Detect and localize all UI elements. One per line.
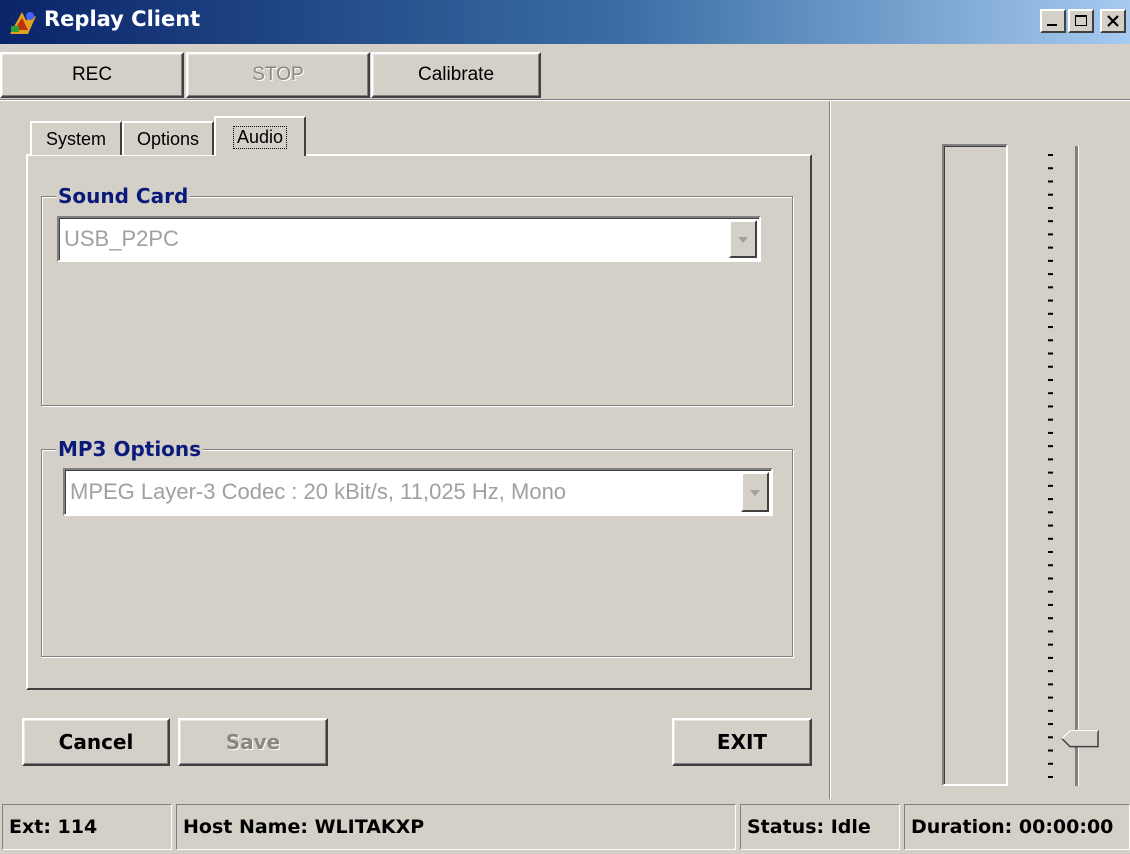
slider-tick bbox=[1048, 206, 1053, 209]
slider-tick bbox=[1048, 154, 1053, 156]
audio-level-meter bbox=[942, 144, 1008, 786]
slider-tick bbox=[1048, 352, 1053, 355]
slider-tick bbox=[1048, 445, 1053, 448]
slider-tick bbox=[1048, 418, 1053, 421]
slider-tick bbox=[1048, 484, 1053, 487]
slider-thumb[interactable] bbox=[1060, 729, 1099, 748]
close-button[interactable] bbox=[1100, 9, 1126, 33]
slider-tick bbox=[1048, 749, 1053, 752]
slider-tick bbox=[1048, 326, 1053, 329]
slider-tick bbox=[1048, 365, 1053, 368]
replay-app-icon[interactable] bbox=[8, 8, 38, 36]
slider-tick bbox=[1048, 273, 1053, 276]
status-ext: Ext: 114 bbox=[2, 804, 172, 850]
slider-tick bbox=[1048, 259, 1053, 262]
slider-tick bbox=[1048, 670, 1053, 673]
slider-tick bbox=[1048, 339, 1053, 342]
slider-tick bbox=[1048, 233, 1053, 236]
status-state: Status: Idle bbox=[740, 804, 900, 850]
slider-tick bbox=[1048, 378, 1053, 381]
minimize-icon bbox=[1047, 24, 1057, 26]
sound-card-dropdown-button[interactable] bbox=[729, 220, 757, 258]
slider-tick bbox=[1048, 590, 1053, 593]
sound-card-select[interactable]: USB_P2PC bbox=[57, 216, 761, 262]
slider-tick bbox=[1048, 471, 1053, 474]
tab-audio[interactable]: Audio bbox=[214, 116, 306, 156]
slider-tick bbox=[1048, 577, 1053, 580]
slider-tick bbox=[1048, 537, 1053, 540]
slider-track bbox=[1075, 146, 1078, 786]
sound-card-group-label: Sound Card bbox=[56, 184, 191, 208]
save-button[interactable]: Save bbox=[178, 718, 328, 766]
slider-tick bbox=[1048, 392, 1053, 395]
slider-tick bbox=[1048, 193, 1053, 196]
mp3-codec-select[interactable]: MPEG Layer-3 Codec : 20 kBit/s, 11,025 H… bbox=[63, 468, 773, 516]
slider-tick bbox=[1048, 246, 1053, 249]
slider-tick bbox=[1048, 762, 1053, 765]
slider-tick bbox=[1048, 723, 1053, 726]
mp3-options-group-label: MP3 Options bbox=[56, 437, 204, 461]
slider-tick bbox=[1048, 551, 1053, 554]
tab-audio-label: Audio bbox=[232, 125, 288, 149]
slider-tick bbox=[1048, 709, 1053, 712]
pane-divider bbox=[829, 101, 831, 799]
slider-tick bbox=[1048, 405, 1053, 408]
window-title: Replay Client bbox=[44, 7, 201, 31]
exit-button[interactable]: EXIT bbox=[672, 718, 812, 766]
slider-tick bbox=[1048, 630, 1053, 633]
slider-tick bbox=[1048, 736, 1053, 739]
slider-tick bbox=[1048, 643, 1053, 646]
slider-tick bbox=[1048, 167, 1053, 170]
slider-tick bbox=[1048, 498, 1053, 501]
tab-options[interactable]: Options bbox=[122, 121, 214, 155]
slider-tick bbox=[1048, 656, 1053, 659]
mp3-codec-dropdown-button[interactable] bbox=[741, 472, 769, 512]
slider-tick bbox=[1048, 696, 1053, 699]
rec-button[interactable]: REC bbox=[0, 52, 184, 98]
slider-tick bbox=[1048, 564, 1053, 567]
stop-button[interactable]: STOP bbox=[186, 52, 370, 98]
chevron-down-icon bbox=[750, 490, 760, 496]
maximize-button[interactable] bbox=[1068, 9, 1094, 33]
calibrate-button[interactable]: Calibrate bbox=[371, 52, 541, 98]
slider-tick bbox=[1048, 180, 1053, 183]
sound-card-value: USB_P2PC bbox=[64, 226, 179, 251]
slider-tick bbox=[1048, 220, 1053, 223]
slider-tick bbox=[1048, 299, 1053, 302]
tab-system[interactable]: System bbox=[30, 121, 122, 155]
volume-slider[interactable] bbox=[1030, 140, 1110, 790]
status-host-name: Host Name: WLITAKXP bbox=[176, 804, 736, 850]
slider-tick bbox=[1048, 617, 1053, 620]
minimize-button[interactable] bbox=[1040, 9, 1066, 33]
slider-tick bbox=[1048, 524, 1053, 527]
status-duration: Duration: 00:00:00 bbox=[904, 804, 1130, 850]
slider-tick bbox=[1048, 603, 1053, 606]
cancel-button[interactable]: Cancel bbox=[22, 718, 170, 766]
slider-tick bbox=[1048, 683, 1053, 686]
slider-tick bbox=[1048, 511, 1053, 514]
mp3-codec-value: MPEG Layer-3 Codec : 20 kBit/s, 11,025 H… bbox=[70, 479, 567, 504]
slider-tick bbox=[1048, 312, 1053, 315]
maximize-icon bbox=[1075, 15, 1087, 26]
slider-tick bbox=[1048, 458, 1053, 461]
slider-tick bbox=[1048, 431, 1053, 434]
chevron-down-icon bbox=[738, 237, 748, 243]
slider-tick bbox=[1048, 776, 1053, 778]
slider-tick bbox=[1048, 286, 1053, 289]
slider-ticks bbox=[1048, 154, 1053, 778]
close-icon bbox=[1107, 15, 1119, 27]
toolbar-divider bbox=[0, 99, 1130, 101]
